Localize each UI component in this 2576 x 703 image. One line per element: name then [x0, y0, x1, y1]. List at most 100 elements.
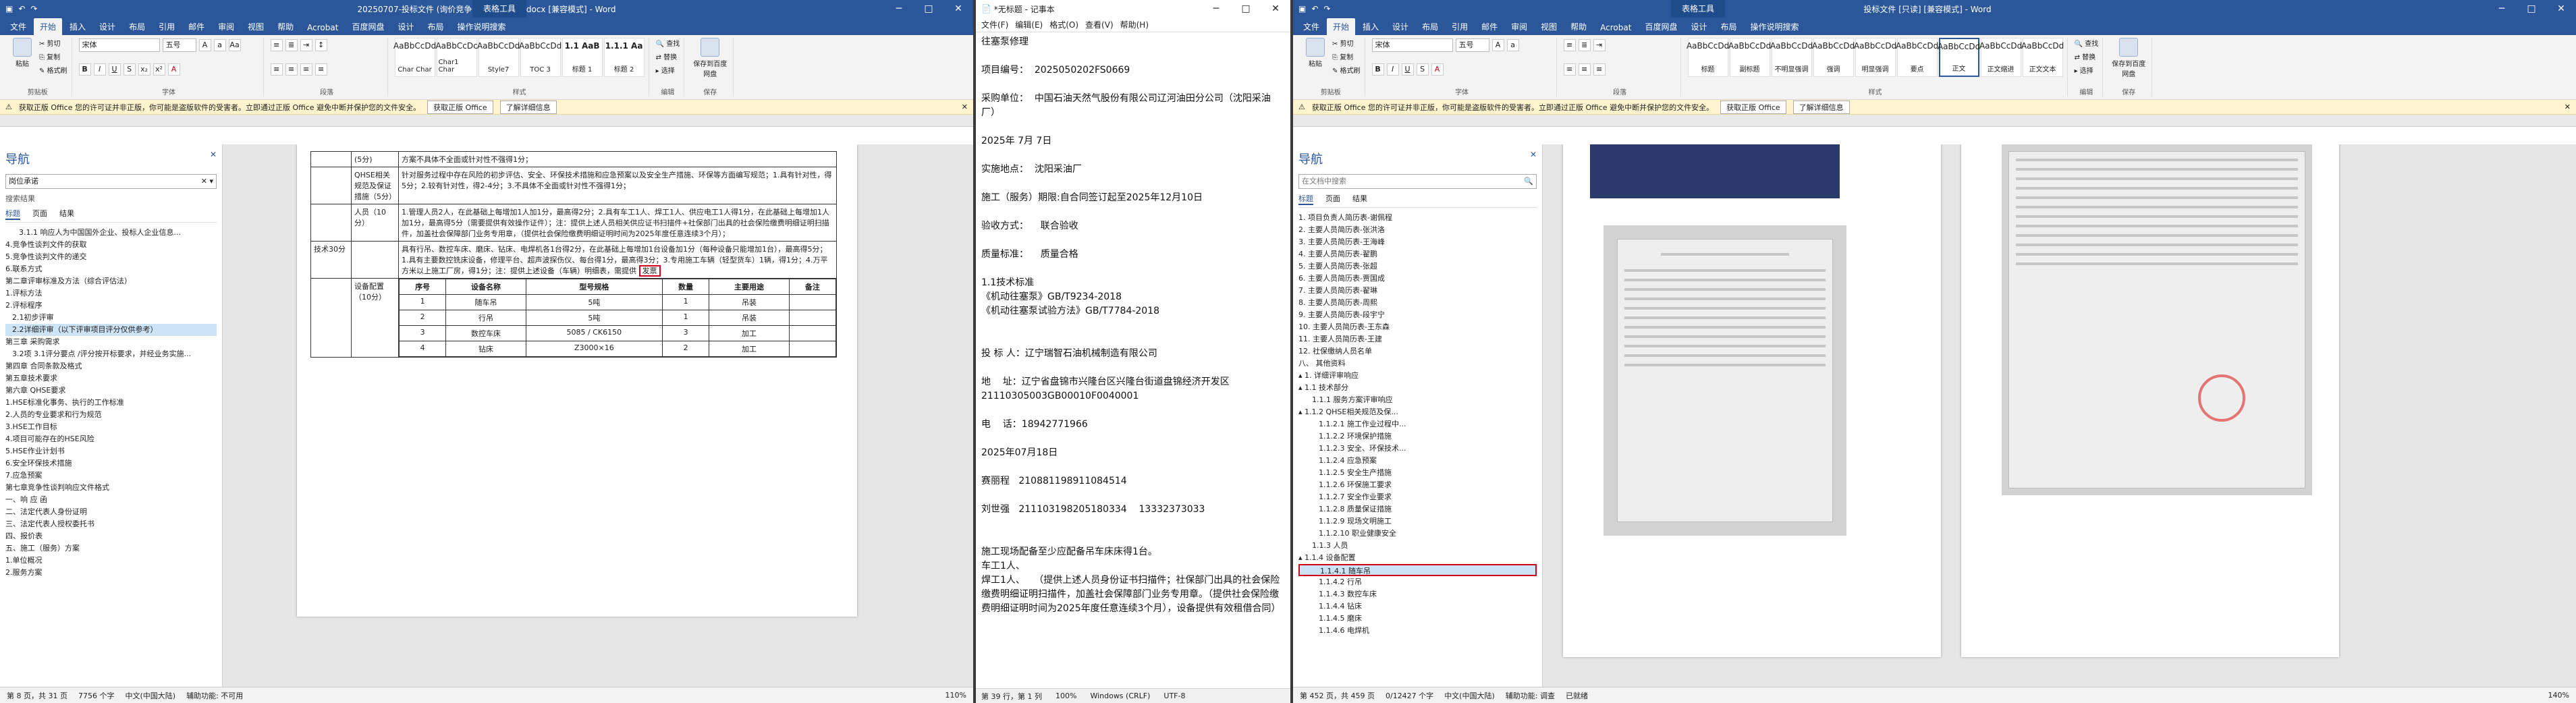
nav-heading-item[interactable]: 第七章竞争性谈判响应文件格式 — [5, 482, 217, 494]
tab-table-design[interactable]: 设计 — [391, 18, 420, 35]
grow-font-icon[interactable]: A — [198, 39, 211, 51]
nav-heading-item[interactable]: 5.竞争性谈判文件的递交 — [5, 251, 217, 263]
maximize-icon[interactable]: □ — [2517, 0, 2546, 18]
style-gallery-item[interactable]: AaBbCcDd TOC 3 — [519, 38, 561, 77]
nav-heading-item[interactable]: 第四章 合同条款及格式 — [5, 360, 217, 372]
tab-table-layout[interactable]: 布局 — [1714, 18, 1743, 35]
justify-icon[interactable]: ≡ — [314, 63, 327, 76]
learn-more-button[interactable]: 了解详细信息 — [1792, 100, 1850, 114]
zoom-level[interactable]: 140% — [2548, 691, 2569, 700]
page-count[interactable]: 第 452 页，共 459 页 — [1300, 690, 1375, 701]
horizontal-ruler[interactable] — [0, 115, 973, 127]
tab-view[interactable]: 视图 — [1535, 18, 1563, 35]
nav-search-input[interactable]: 在文档中搜索 🔍 — [1298, 174, 1537, 189]
word-count[interactable]: 7756 个字 — [78, 690, 115, 701]
tab-acrobat[interactable]: Acrobat — [301, 20, 344, 35]
tab-baidu[interactable]: 百度网盘 — [1639, 18, 1683, 35]
style-gallery-item[interactable]: AaBbCcDd 强调 — [1812, 38, 1855, 77]
select-button[interactable]: ▸ 选择 — [656, 65, 680, 78]
autosave-icon[interactable]: ▣ — [5, 4, 13, 13]
nav-heading-item[interactable]: 6.联系方式 — [5, 263, 217, 275]
bold-icon[interactable]: B — [1371, 63, 1384, 76]
nav-tab-headings[interactable]: 标题 — [1298, 193, 1313, 205]
nav-heading-item[interactable]: ▴ 1.1 技术部分 — [1298, 382, 1537, 394]
align-right-icon[interactable]: ≡ — [1593, 63, 1606, 76]
tab-table-design[interactable]: 设计 — [1684, 18, 1713, 35]
tab-table-layout[interactable]: 布局 — [421, 18, 449, 35]
nav-heading-item[interactable]: 4.竞争性谈判文件的获取 — [5, 239, 217, 251]
nav-heading-item[interactable]: 1.HSE标准化事务、执行的工作标准 — [5, 397, 217, 409]
align-left-icon[interactable]: ≡ — [1563, 63, 1576, 76]
close-icon[interactable]: ✕ — [2546, 0, 2576, 18]
nav-heading-item[interactable]: 3.HSE工作目标 — [5, 421, 217, 433]
underline-icon[interactable]: U — [108, 63, 121, 76]
change-case-icon[interactable]: Aa — [228, 39, 241, 51]
menu-help[interactable]: 帮助(H) — [1120, 19, 1149, 30]
get-genuine-button[interactable]: 获取正版 Office — [1720, 100, 1786, 114]
tab-mailings[interactable]: 邮件 — [182, 18, 211, 35]
document-area[interactable] — [1543, 144, 2576, 687]
save-to-baidu-button[interactable]: 保存到百度网盘 — [691, 38, 729, 78]
indent-icon[interactable]: ⇥ — [1593, 39, 1606, 51]
close-icon[interactable]: ✕ — [962, 103, 968, 111]
tab-help[interactable]: 帮助 — [1564, 18, 1593, 35]
nav-heading-item[interactable]: 四、报价表 — [5, 530, 217, 542]
cut-button[interactable]: ✂ 剪切 — [1332, 38, 1361, 51]
clear-icon[interactable]: ✕ ▾ — [201, 175, 213, 188]
tab-mailings[interactable]: 邮件 — [1475, 18, 1504, 35]
indent-icon[interactable]: ⇥ — [300, 39, 312, 51]
nav-heading-item[interactable]: 第二章评审标准及方法（综合评估法） — [5, 275, 217, 287]
nav-heading-item[interactable]: 1.1.2.6 环保施工要求 — [1298, 479, 1537, 491]
nav-heading-item[interactable]: 1.1.2.3 安全、环保技术... — [1298, 443, 1537, 455]
tab-design[interactable]: 设计 — [1386, 18, 1415, 35]
accessibility[interactable]: 辅助功能: 调查 — [1506, 690, 1555, 701]
style-gallery-item[interactable]: AaBbCcDc Char1 Char — [435, 38, 478, 77]
zoom-level[interactable]: 110% — [946, 691, 966, 700]
nav-heading-item[interactable]: ▴ 1.1.4 设备配置 — [1298, 552, 1537, 564]
nav-heading-item[interactable]: 1.1.2.10 职业健康安全 — [1298, 528, 1537, 540]
nav-heading-item[interactable]: 8. 主要人员简历表-周熙 — [1298, 297, 1537, 309]
nav-heading-item[interactable]: 2.评标程序 — [5, 300, 217, 312]
tab-insert[interactable]: 插入 — [1356, 18, 1385, 35]
nav-heading-item[interactable]: 5. 主要人员简历表-张超 — [1298, 260, 1537, 273]
tab-insert[interactable]: 插入 — [63, 18, 92, 35]
nav-heading-item[interactable]: 八、 其他资料 — [1298, 358, 1537, 370]
copy-button[interactable]: ⎘ 复制 — [1332, 51, 1361, 65]
cut-button[interactable]: ✂ 剪切 — [39, 38, 67, 51]
close-icon[interactable]: ✕ — [943, 0, 973, 18]
shrink-font-icon[interactable]: a — [213, 39, 226, 51]
nav-heading-item[interactable]: 5.HSE作业计划书 — [5, 445, 217, 457]
style-gallery-item[interactable]: 1.1 AaB 标题 1 — [561, 38, 603, 77]
page-count[interactable]: 第 8 页，共 31 页 — [7, 690, 67, 701]
nav-tab-pages[interactable]: 页面 — [32, 208, 47, 220]
tell-me-search[interactable]: 操作说明搜索 — [1745, 18, 1805, 35]
style-gallery-item[interactable]: AaBbCcDd 正文 — [1938, 38, 1980, 77]
nav-tab-pages[interactable]: 页面 — [1325, 193, 1340, 205]
nav-heading-item[interactable]: 11. 主要人员简历表-王建 — [1298, 333, 1537, 345]
nav-heading-item[interactable]: 1.评标方法 — [5, 287, 217, 300]
nav-heading-item[interactable]: 1.1.2.4 应急预案 — [1298, 455, 1537, 467]
undo-icon[interactable]: ↶ — [1311, 4, 1318, 13]
tab-layout[interactable]: 布局 — [123, 18, 151, 35]
nav-heading-item[interactable]: 1.1.4.3 数控车床 — [1298, 588, 1537, 600]
menu-edit[interactable]: 编辑(E) — [1015, 19, 1043, 30]
nav-tab-results[interactable]: 结果 — [59, 208, 74, 220]
italic-icon[interactable]: I — [93, 63, 106, 76]
minimize-icon[interactable]: ─ — [1201, 0, 1231, 18]
italic-icon[interactable]: I — [1386, 63, 1399, 76]
nav-heading-item[interactable]: 1.1.2.9 现场文明施工 — [1298, 515, 1537, 528]
style-gallery-item[interactable]: AaBbCcDd Char Char — [393, 38, 436, 77]
nav-heading-item[interactable]: 12. 社保缴纳人员名单 — [1298, 345, 1537, 358]
subscript-icon[interactable]: x₂ — [138, 63, 150, 76]
strikethrough-icon[interactable]: S — [1416, 63, 1429, 76]
tab-home[interactable]: 开始 — [34, 18, 63, 35]
nav-heading-item[interactable]: 第三章 采购需求 — [5, 336, 217, 348]
get-genuine-button[interactable]: 获取正版 Office — [427, 100, 493, 114]
maximize-icon[interactable]: □ — [1231, 0, 1261, 18]
style-gallery-item[interactable]: AaBbCcDd 不明显强调 — [1770, 38, 1813, 77]
menu-view[interactable]: 查看(V) — [1085, 19, 1114, 30]
close-icon[interactable]: ✕ — [1530, 150, 1537, 167]
replace-button[interactable]: ⇄ 替换 — [2075, 51, 2099, 65]
nav-heading-item[interactable]: 3.1.1 响应人为中国国外企业、投标人企业信息... — [5, 227, 217, 239]
tab-review[interactable]: 审阅 — [212, 18, 240, 35]
